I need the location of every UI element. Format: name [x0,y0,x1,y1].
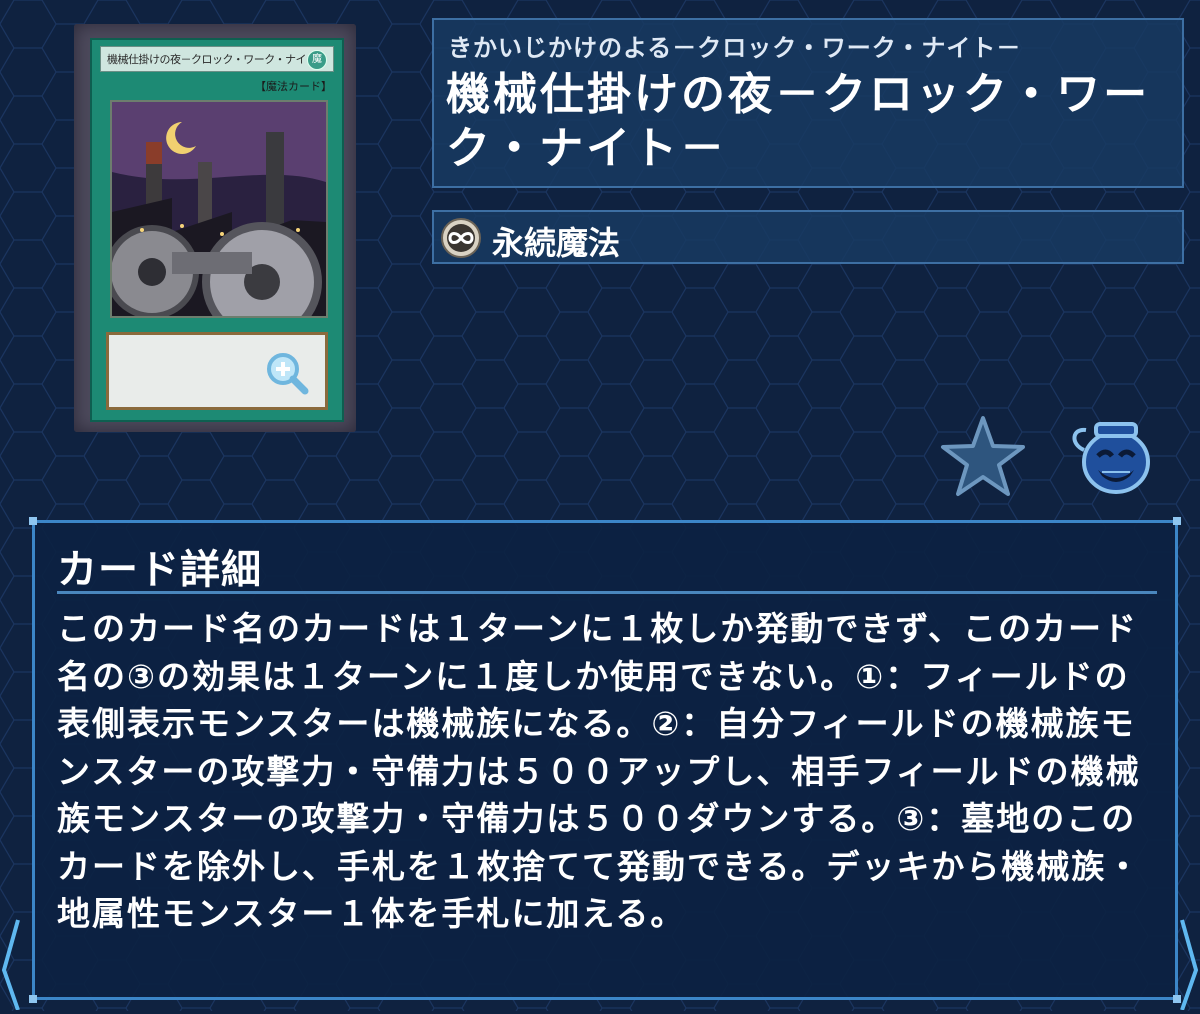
star-icon[interactable] [940,414,1026,504]
left-edge-arrow-icon [0,910,22,1014]
zoom-in-icon[interactable] [263,349,311,401]
right-edge-arrow-icon [1178,910,1200,1014]
card-image[interactable]: 機械仕掛けの夜－クロック・ワーク・ナイト－ 魔 【魔法カード】 [74,24,356,432]
card-title-panel: きかいじかけのよる－クロック・ワーク・ナイト－ 機械仕掛けの夜－クロック・ワーク… [432,18,1184,188]
card-image-text-box [106,332,328,410]
card-frame: 機械仕掛けの夜－クロック・ワーク・ナイト－ 魔 【魔法カード】 [90,38,344,422]
card-image-attribute: 魔 [307,50,327,70]
panel-corner [29,995,37,1003]
divider [57,591,1157,594]
card-artwork [110,100,328,318]
card-title-ruby: きかいじかけのよる－クロック・ワーク・ナイト－ [448,34,1022,62]
card-title: 機械仕掛けの夜－クロック・ワーク・ナイト－ [446,69,1151,174]
card-image-name-bar: 機械仕掛けの夜－クロック・ワーク・ナイト－ 魔 [100,46,334,72]
continuous-spell-icon [440,217,482,263]
card-image-name: 機械仕掛けの夜－クロック・ワーク・ナイト－ [107,53,328,66]
pot-of-greed-icon[interactable] [1068,414,1152,502]
card-type-row: 永続魔法 [432,210,1184,264]
card-detail-heading: カード詳細 [57,547,262,593]
card-effect-text: このカード名のカードは１ターンに１枚しか発動できず、このカード名の③の効果は１タ… [57,609,1142,933]
card-type-label: 永続魔法 [492,224,621,262]
panel-corner [1173,517,1181,525]
card-detail-panel: カード詳細 このカード名のカードは１ターンに１枚しか発動できず、このカード名の③… [29,517,1181,1003]
card-image-type: 【魔法カード】 [255,80,332,93]
panel-corner [29,517,37,525]
